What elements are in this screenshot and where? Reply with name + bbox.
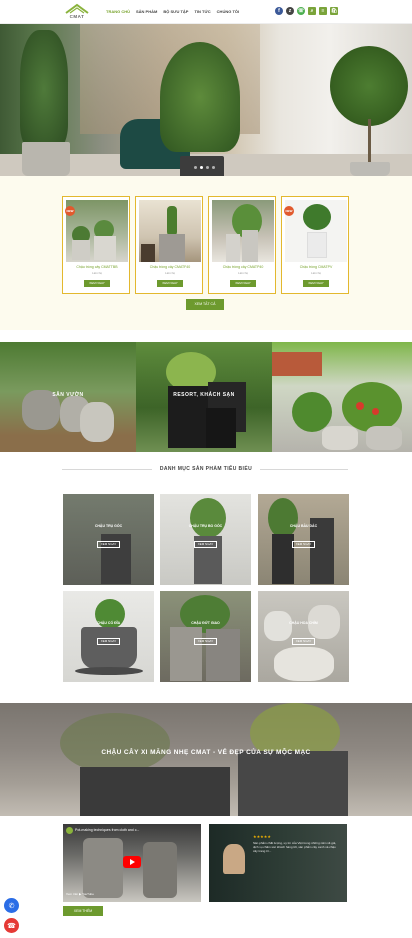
logo-text: CMAT (69, 14, 85, 19)
new-badge: NEW (284, 206, 294, 216)
hero-plant-right (330, 46, 408, 126)
hero-plant-centre (160, 42, 240, 152)
cart-icon[interactable]: 🛍 (330, 7, 338, 15)
nav-home[interactable]: TRANG CHỦ (106, 9, 130, 14)
category-label: CHẬU TRỤ GÓC (94, 524, 123, 528)
banner-terrace[interactable] (272, 342, 412, 452)
nav-products[interactable]: SẢN PHẨM (136, 9, 157, 14)
search-icon[interactable]: ⌕ (308, 7, 316, 15)
video-player-2[interactable]: ★★★★★ Sản phẩm chất lượng, uy tín của Vi… (209, 824, 347, 902)
zalo-icon[interactable]: z (286, 7, 294, 15)
category-view-button[interactable]: XEM NGAY (97, 638, 120, 645)
slogan-banner: CHẬU CÂY XI MĂNG NHẸ CMAT - VẺ ĐẸP CỦA S… (0, 703, 412, 816)
main-nav: TRANG CHỦ SẢN PHẨM BỘ SƯU TẬP TIN TỨC CH… (106, 9, 239, 14)
featured-section-title: DANH MỤC SẢN PHẨM TIÊU BIỂU (159, 466, 253, 472)
banner-garden[interactable]: SÂN VƯỜN (0, 342, 136, 452)
category-banners: SÂN VƯỜN RESORT, KHÁCH SẠN (0, 342, 412, 452)
category-view-button[interactable]: XEM NGAY (292, 638, 315, 645)
view-product-button[interactable]: XEM NGAY (157, 280, 183, 287)
hero-dot[interactable] (212, 166, 215, 169)
product-card[interactable]: NEW Chậu trồng CMATPV Liên hệ XEM NGAY (281, 196, 349, 294)
products-section: NEW Chậu trồng cây CMATTBB Liên hệ XEM N… (0, 176, 412, 330)
view-product-button[interactable]: XEM NGAY (84, 280, 110, 287)
nav-collection[interactable]: BỘ SƯU TẬP (163, 9, 188, 14)
category-label: CHẬU ĐỨT GIAO (191, 621, 220, 625)
facebook-icon[interactable]: f (275, 7, 283, 15)
banner-resort[interactable]: RESORT, KHÁCH SẠN (136, 342, 272, 452)
category-tile[interactable]: CHẬU TRỤ GÓC XEM NGAY (63, 494, 154, 585)
category-label: CHẬU HOA CHÍM (289, 621, 318, 625)
product-name[interactable]: Chậu trồng cây CMATF40 (136, 265, 204, 269)
messenger-icon: ✆ (8, 902, 15, 910)
product-image (139, 200, 201, 262)
product-card[interactable]: Chậu trồng cây CMATF40 Liên hệ XEM NGAY (135, 196, 203, 294)
category-label: CHẬU CÓ ĐĨA (96, 621, 121, 625)
view-all-button[interactable]: XEM TẤT CẢ (186, 299, 224, 310)
youtube-play-icon[interactable] (123, 856, 141, 868)
watch-on-youtube[interactable]: Xem trên ▶ YouTube (66, 892, 94, 896)
hero-plant-left (20, 30, 68, 148)
product-name[interactable]: Chậu trồng cây CMATTBB (63, 265, 131, 269)
hero-dots (194, 166, 215, 169)
banner-label: RESORT, KHÁCH SẠN (173, 392, 235, 398)
header-icons: f z ☏ ⌕ ≡ 🛍 (275, 7, 338, 15)
category-view-button[interactable]: XEM NGAY (194, 541, 217, 548)
product-image (212, 200, 274, 262)
video-title: Pot-making techniques from cloth and c..… (75, 828, 140, 832)
product-price: Liên hệ (92, 271, 102, 275)
category-tile[interactable]: CHẬU ĐỨT GIAO XEM NGAY (160, 591, 251, 682)
category-view-button[interactable]: XEM NGAY (194, 638, 217, 645)
product-price: Liên hệ (165, 271, 175, 275)
hero-pot-right (350, 162, 390, 176)
hero-dot[interactable] (200, 166, 203, 169)
category-tile[interactable]: CHẬU BẦU DÁC XEM NGAY (258, 494, 349, 585)
category-tile[interactable]: CHẬU CÓ ĐĨA XEM NGAY (63, 591, 154, 682)
phone-icon[interactable]: ☏ (297, 7, 305, 15)
view-more-button[interactable]: XEM THÊM (63, 906, 103, 916)
hero-pot-left (22, 142, 70, 176)
new-badge: NEW (65, 206, 75, 216)
phone-call-icon: ☎ (7, 922, 16, 930)
testimonial-quote: Sản phẩm chất lượng, uy tín của Việt tro… (253, 841, 337, 853)
video-player-1[interactable]: Pot-making techniques from cloth and c..… (63, 824, 201, 902)
view-product-button[interactable]: XEM NGAY (230, 280, 256, 287)
rating-stars: ★★★★★ (253, 834, 271, 839)
hero-tree-trunk (368, 119, 371, 164)
hero-slider[interactable] (0, 24, 412, 176)
banner-label: SÂN VƯỜN (52, 392, 84, 398)
product-card[interactable]: NEW Chậu trồng cây CMATTBB Liên hệ XEM N… (62, 196, 130, 294)
category-tile[interactable]: CHẬU HOA CHÍM XEM NGAY (258, 591, 349, 682)
product-price: Liên hệ (238, 271, 248, 275)
product-card[interactable]: Chậu trồng cây CMATP40 Liên hệ XEM NGAY (208, 196, 276, 294)
product-name[interactable]: Chậu trồng cây CMATP40 (209, 265, 277, 269)
hero-dot[interactable] (194, 166, 197, 169)
video-channel-avatar (66, 827, 73, 834)
category-label: CHẬU TRỤ BO GÓC (188, 524, 223, 528)
product-image (66, 200, 128, 262)
hero-dot[interactable] (206, 166, 209, 169)
category-view-button[interactable]: XEM NGAY (292, 541, 315, 548)
cmat-logo[interactable]: CMAT (64, 3, 90, 21)
slogan-text: CHẬU CÂY XI MĂNG NHẸ CMAT - VẺ ĐẸP CỦA S… (101, 749, 311, 756)
title-divider-right (260, 469, 348, 470)
call-float-button[interactable]: ☎ (4, 918, 19, 933)
product-price: Liên hệ (311, 271, 321, 275)
site-header: CMAT TRANG CHỦ SẢN PHẨM BỘ SƯU TẬP TIN T… (0, 0, 412, 24)
product-image (285, 200, 347, 262)
messenger-float-button[interactable]: ✆ (4, 898, 19, 913)
product-name[interactable]: Chậu trồng CMATPV (282, 265, 350, 269)
menu-icon[interactable]: ≡ (319, 7, 327, 15)
view-product-button[interactable]: XEM NGAY (303, 280, 329, 287)
category-view-button[interactable]: XEM NGAY (97, 541, 120, 548)
presenter-avatar (223, 844, 245, 874)
category-tile[interactable]: CHẬU TRỤ BO GÓC XEM NGAY (160, 494, 251, 585)
nav-news[interactable]: TIN TỨC (194, 9, 210, 14)
nav-about[interactable]: CHÚNG TÔI (217, 9, 239, 14)
category-label: CHẬU BẦU DÁC (289, 524, 318, 528)
